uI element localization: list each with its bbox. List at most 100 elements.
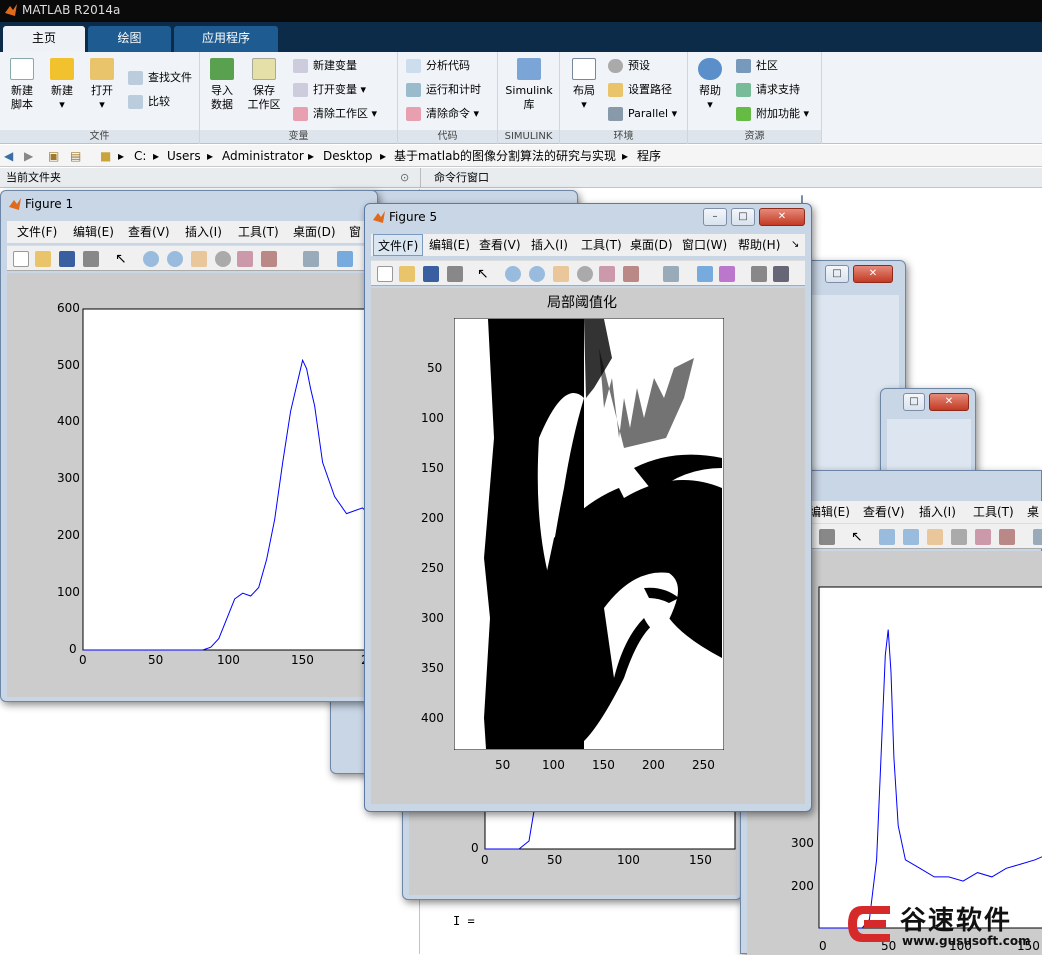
menu-insert[interactable]: 插入(I) (919, 501, 956, 523)
brush-icon[interactable] (623, 266, 639, 282)
menu-edit[interactable]: 编辑(E) (73, 221, 114, 243)
menu-tools[interactable]: 工具(T) (581, 234, 622, 256)
save-icon[interactable] (423, 266, 439, 282)
browse-folder-icon[interactable]: ▤ (70, 145, 81, 167)
brush-icon[interactable] (999, 529, 1015, 545)
zoom-in-icon[interactable] (143, 251, 159, 267)
close-button[interactable]: ✕ (853, 265, 893, 283)
tab-plots[interactable]: 绘图 (88, 26, 171, 52)
pan-icon[interactable] (927, 529, 943, 545)
print-icon[interactable] (83, 251, 99, 267)
menu-desktop[interactable]: 桌面(D) (630, 234, 673, 256)
new-button[interactable]: 新建 ▾ (42, 58, 82, 112)
menu-file[interactable]: 文件(F) (17, 221, 57, 243)
zoom-in-icon[interactable] (505, 266, 521, 282)
breadcrumb-item[interactable]: Users (167, 145, 201, 167)
simulink-library-button[interactable]: Simulink 库 (504, 58, 554, 112)
print-icon[interactable] (819, 529, 835, 545)
save-icon[interactable] (59, 251, 75, 267)
breadcrumb-item[interactable]: 基于matlab的图像分割算法的研究与实现 (394, 145, 616, 167)
menu-file[interactable]: 文件(F) (373, 234, 424, 256)
show-plot-tools-icon[interactable] (773, 266, 789, 282)
set-path-button[interactable]: 设置路径 (608, 81, 672, 99)
breadcrumb-item[interactable]: 程序 (637, 145, 661, 167)
close-button[interactable]: ✕ (929, 393, 969, 411)
menu-view[interactable]: 查看(V) (479, 234, 521, 256)
add-ons-button[interactable]: 附加功能 ▾ (736, 105, 809, 123)
chevron-down-icon[interactable]: ⊙ (400, 168, 409, 188)
up-folder-icon[interactable]: ▣ (48, 145, 59, 167)
back-arrow-icon[interactable]: ◀ (4, 145, 13, 167)
figure-5-window[interactable]: Figure 5 – □ ✕ 文件(F) 编辑(E) 查看(V) 插入(I) 工… (364, 203, 812, 812)
new-variable-button[interactable]: 新建变量 (293, 57, 357, 75)
maximize-button[interactable]: □ (731, 208, 755, 226)
legend-icon[interactable] (719, 266, 735, 282)
pan-icon[interactable] (191, 251, 207, 267)
menu-insert[interactable]: 插入(I) (531, 234, 568, 256)
clear-commands-button[interactable]: 清除命令 ▾ (406, 105, 479, 123)
link-icon[interactable] (303, 251, 319, 267)
breadcrumb-item[interactable]: C: (134, 145, 146, 167)
data-cursor-icon[interactable] (599, 266, 615, 282)
zoom-out-icon[interactable] (903, 529, 919, 545)
print-icon[interactable] (447, 266, 463, 282)
new-figure-icon[interactable] (13, 251, 29, 267)
figure-1-window[interactable]: Figure 1 文件(F) 编辑(E) 查看(V) 插入(I) 工具(T) 桌… (0, 190, 378, 702)
maximize-button[interactable]: □ (903, 393, 925, 411)
data-cursor-icon[interactable] (237, 251, 253, 267)
open-button[interactable]: 打开 ▾ (82, 58, 122, 112)
open-file-icon[interactable] (399, 266, 415, 282)
pan-icon[interactable] (553, 266, 569, 282)
rotate-icon[interactable] (951, 529, 967, 545)
menu-tools[interactable]: 工具(T) (238, 221, 279, 243)
menu-edit[interactable]: 编辑(E) (809, 501, 850, 523)
find-files-button[interactable]: 查找文件 (128, 69, 192, 87)
link-icon[interactable] (663, 266, 679, 282)
zoom-out-icon[interactable] (167, 251, 183, 267)
menu-view[interactable]: 查看(V) (863, 501, 905, 523)
analyze-code-button[interactable]: 分析代码 (406, 57, 470, 75)
data-cursor-icon[interactable] (975, 529, 991, 545)
rotate-icon[interactable] (215, 251, 231, 267)
community-button[interactable]: 社区 (736, 57, 778, 75)
forward-arrow-icon[interactable]: ▶ (24, 145, 33, 167)
maximize-button[interactable]: □ (825, 265, 849, 283)
run-and-time-button[interactable]: 运行和计时 (406, 81, 481, 99)
tab-apps[interactable]: 应用程序 (174, 26, 278, 52)
menu-insert[interactable]: 插入(I) (185, 221, 222, 243)
brush-icon[interactable] (261, 251, 277, 267)
compare-button[interactable]: 比较 (128, 93, 170, 111)
zoom-in-icon[interactable] (879, 529, 895, 545)
menu-desktop[interactable]: 桌面(D) (293, 221, 336, 243)
preferences-button[interactable]: 预设 (608, 57, 650, 75)
minimize-button[interactable]: – (703, 208, 727, 226)
colorbar-icon[interactable] (337, 251, 353, 267)
import-data-button[interactable]: 导入 数据 (202, 58, 242, 112)
menu-help[interactable]: 帮助(H) (738, 234, 780, 256)
open-variable-button[interactable]: 打开变量 ▾ (293, 81, 366, 99)
zoom-out-icon[interactable] (529, 266, 545, 282)
breadcrumb-item[interactable]: Desktop (323, 145, 373, 167)
menu-view[interactable]: 查看(V) (128, 221, 170, 243)
menu-window[interactable]: 窗 (349, 221, 361, 243)
open-file-icon[interactable] (35, 251, 51, 267)
layout-button[interactable]: 布局 ▾ (564, 58, 604, 112)
pointer-icon[interactable]: ↖ (115, 251, 131, 267)
request-support-button[interactable]: 请求支持 (736, 81, 800, 99)
menu-overflow-icon[interactable]: ↘ (791, 234, 799, 256)
pointer-icon[interactable]: ↖ (851, 529, 867, 545)
pointer-icon[interactable]: ↖ (477, 266, 493, 282)
save-workspace-button[interactable]: 保存 工作区 (244, 58, 284, 112)
tab-home[interactable]: 主页 (3, 26, 85, 52)
close-button[interactable]: ✕ (759, 208, 805, 226)
breadcrumb-item[interactable]: Administrator (222, 145, 304, 167)
hide-plot-tools-icon[interactable] (751, 266, 767, 282)
parallel-button[interactable]: Parallel ▾ (608, 105, 677, 123)
menu-window[interactable]: 窗口(W) (682, 234, 727, 256)
menu-edit[interactable]: 编辑(E) (429, 234, 470, 256)
clear-workspace-button[interactable]: 清除工作区 ▾ (293, 105, 377, 123)
new-script-button[interactable]: 新建 脚本 (2, 58, 42, 112)
menu-tools[interactable]: 工具(T) (973, 501, 1014, 523)
rotate-icon[interactable] (577, 266, 593, 282)
colorbar-icon[interactable] (697, 266, 713, 282)
